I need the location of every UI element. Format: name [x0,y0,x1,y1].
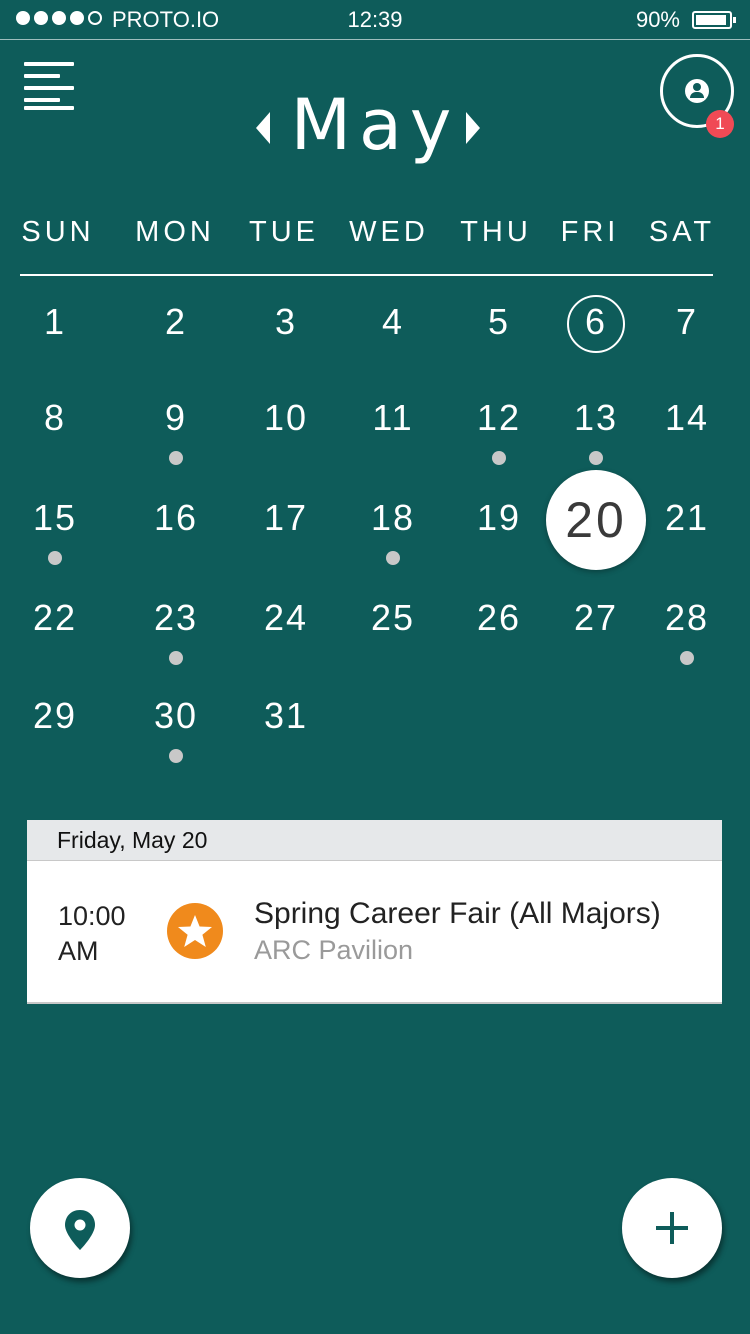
calendar-day[interactable]: 24 [264,597,308,639]
weekday-divider [20,274,713,276]
calendar-day[interactable]: 29 [33,695,77,737]
calendar-day[interactable]: 16 [154,497,198,539]
calendar-day[interactable]: 26 [477,597,521,639]
calendar-day[interactable]: 28 [665,597,709,639]
location-pin-icon [65,1210,95,1250]
calendar-day[interactable]: 18 [371,497,415,539]
calendar-day[interactable]: 22 [33,597,77,639]
event-item[interactable]: 10:00 AM Spring Career Fair (All Majors)… [27,861,722,1003]
status-bar: PROTO.IO 12:39 90% [0,0,750,40]
calendar-day[interactable]: 14 [665,397,709,439]
event-indicator-dot [48,551,62,565]
event-indicator-dot [169,651,183,665]
calendar-day[interactable]: 15 [33,497,77,539]
calendar-day[interactable]: 25 [371,597,415,639]
event-indicator-dot [386,551,400,565]
weekday-label-tue: TUE [249,216,319,248]
event-title: Spring Career Fair (All Majors) [254,897,661,930]
calendar-day[interactable]: 11 [372,397,413,439]
month-title: May [290,84,460,166]
calendar-day[interactable]: 21 [665,497,709,539]
calendar-day[interactable]: 6 [585,301,607,343]
event-time-period: AM [58,936,99,966]
calendar-day[interactable]: 10 [264,397,308,439]
battery-icon [692,11,736,29]
calendar-day[interactable]: 19 [477,497,521,539]
event-indicator-dot [492,451,506,465]
calendar-day[interactable]: 31 [264,695,308,737]
event-indicator-dot [680,651,694,665]
calendar-day[interactable]: 2 [165,301,187,343]
calendar-day[interactable]: 5 [488,301,510,343]
weekday-label-wed: WED [349,216,429,248]
calendar-day[interactable]: 13 [574,397,618,439]
agenda-date-header: Friday, May 20 [27,820,722,861]
calendar-day[interactable]: 27 [574,597,618,639]
calendar-day[interactable]: 23 [154,597,198,639]
weekday-label-fri: FRI [560,216,620,248]
event-indicator-dot [169,749,183,763]
calendar-day-selected[interactable]: 20 [565,491,627,549]
calendar-day[interactable]: 3 [275,301,297,343]
weekday-label-mon: MON [135,216,215,248]
event-location: ARC Pavilion [254,935,414,965]
event-indicator-dot [589,451,603,465]
battery-percent: 90% [635,7,680,32]
calendar-day[interactable]: 17 [264,497,308,539]
star-icon [167,903,223,959]
location-button[interactable] [30,1178,130,1278]
calendar-day[interactable]: 4 [382,301,404,343]
calendar-day[interactable]: 1 [44,301,66,343]
calendar-day[interactable]: 30 [154,695,198,737]
event-indicator-dot [169,451,183,465]
next-month-arrow-icon[interactable] [466,112,480,144]
event-time-hour: 10:00 [58,901,126,931]
weekday-label-sun: SUN [21,216,95,248]
calendar-day[interactable]: 12 [477,397,521,439]
calendar-day[interactable]: 8 [44,397,66,439]
event-time: 10:00 AM [58,899,126,969]
calendar-day[interactable]: 9 [165,397,187,439]
calendar-day[interactable]: 7 [676,301,698,343]
weekday-label-thu: THU [460,216,532,248]
agenda-card: Friday, May 20 10:00 AM Spring Career Fa… [27,820,722,1004]
weekday-label-sat: SAT [648,216,716,248]
add-event-button[interactable] [622,1178,722,1278]
